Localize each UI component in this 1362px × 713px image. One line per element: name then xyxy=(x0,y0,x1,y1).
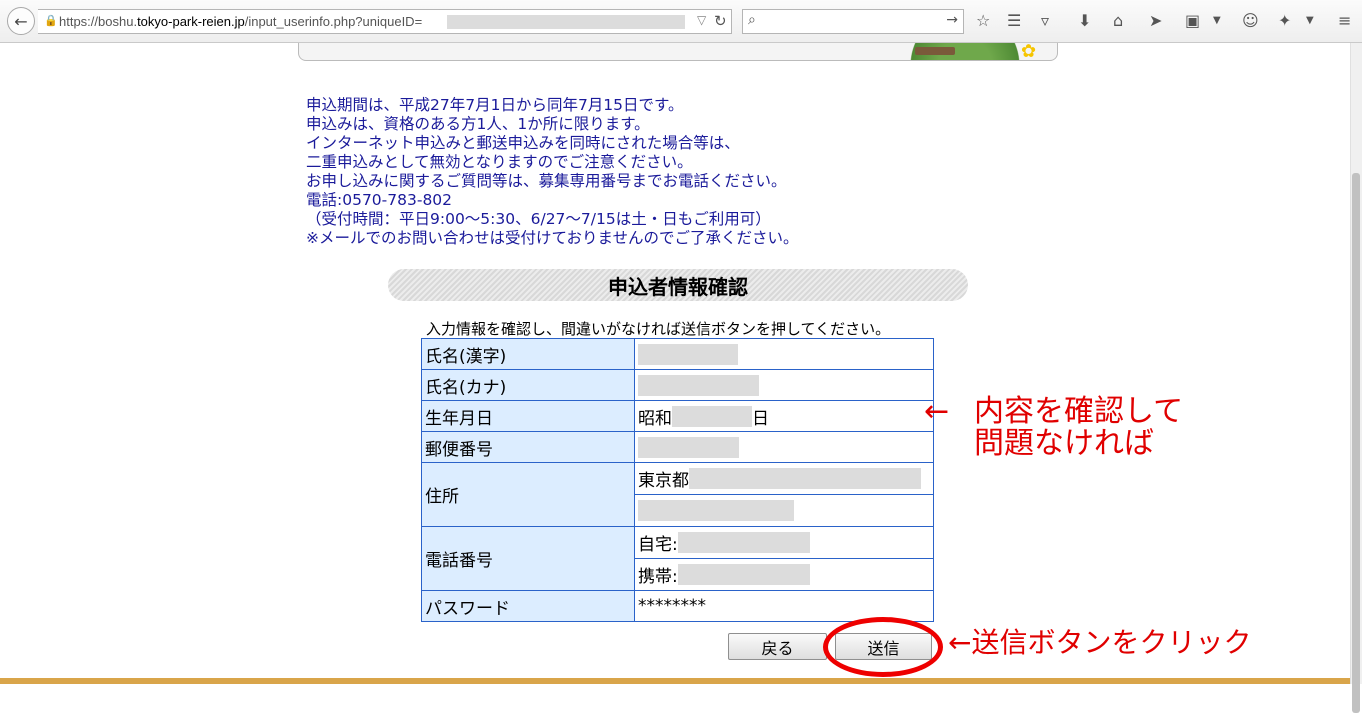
redacted-value xyxy=(638,343,738,365)
chat-icon[interactable]: ☺ xyxy=(1242,11,1259,31)
address-line-2 xyxy=(634,494,934,527)
left-arrow-icon: ← xyxy=(924,394,950,429)
chevron-down-icon[interactable]: ▼ xyxy=(1213,11,1221,31)
redacted-value xyxy=(638,500,794,521)
browser-toolbar: ← 🔒 https://boshu.tokyo-park-reien.jp/in… xyxy=(0,0,1362,43)
notice-line: 二重申込みとして無効となりますのでご注意ください。 xyxy=(306,153,693,171)
notice-line: インターネット申込みと郵送申込みを同時にされた場合等は、 xyxy=(306,134,740,152)
highlight-circle xyxy=(823,617,943,677)
bookmark-star-icon[interactable]: ☆ xyxy=(976,11,990,31)
send-icon[interactable]: ➤ xyxy=(1149,11,1162,31)
scrollbar-thumb[interactable] xyxy=(1352,173,1360,713)
table-row: 郵便番号 xyxy=(421,431,934,463)
screenshot-camera-icon[interactable]: ▣ xyxy=(1185,11,1200,31)
name-kana-value xyxy=(634,369,934,401)
applicant-info-table: 氏名(漢字) 氏名(カナ) 生年月日 昭和日 郵便番号 住所 東京都 電話番号 … xyxy=(421,338,934,622)
address-label: 住所 xyxy=(421,462,635,527)
birthdate-label: 生年月日 xyxy=(421,400,635,432)
notice-line: 電話:0570-783-802 xyxy=(306,191,453,209)
reader-list-icon[interactable]: ☰ xyxy=(1007,11,1021,31)
phone-home-value: 自宅: xyxy=(634,526,934,559)
redacted-value xyxy=(689,468,921,489)
phone-mobile-value: 携帯: xyxy=(634,558,934,591)
notice-line: ※メールでのお問い合わせは受付けておりませんのでご了承ください。 xyxy=(306,229,799,247)
notice-line: お申し込みに関するご質問等は、募集専用番号までお電話ください。 xyxy=(306,172,787,190)
download-icon[interactable]: ⬇ xyxy=(1078,11,1091,31)
url-text: https://boshu.tokyo-park-reien.jp/input_… xyxy=(59,14,423,29)
table-row: 電話番号 自宅: xyxy=(421,526,934,591)
extension-icon[interactable]: ✦ xyxy=(1278,11,1291,31)
phone-label: 電話番号 xyxy=(421,526,635,591)
postal-code-label: 郵便番号 xyxy=(421,431,635,463)
pocket-icon[interactable]: ▿ xyxy=(1041,11,1049,31)
name-kanji-label: 氏名(漢字) xyxy=(421,338,635,370)
table-row: 生年月日 昭和日 xyxy=(421,400,934,432)
os-taskbar xyxy=(0,678,1350,684)
header-banner-image: ✿ xyxy=(298,43,1058,61)
chevron-down-icon[interactable]: ▽ xyxy=(697,13,706,27)
redacted-value xyxy=(672,405,752,427)
confirm-annotation: ← 内容を確認して 問題なければ xyxy=(924,394,1184,461)
chevron-down-icon[interactable]: ▼ xyxy=(1306,11,1314,31)
table-row: 住所 東京都 xyxy=(421,462,934,527)
address-bar[interactable]: 🔒 https://boshu.tokyo-park-reien.jp/inpu… xyxy=(38,9,732,34)
reload-icon[interactable]: ↻ xyxy=(714,12,727,30)
flower-icon: ✿ xyxy=(1021,43,1037,61)
menu-hamburger-icon[interactable]: ≡ xyxy=(1338,11,1351,31)
application-notice: 申込期間は、平成27年7月1日から同年7月15日です。 申込みは、資格のある方1… xyxy=(306,96,946,248)
home-icon[interactable]: ⌂ xyxy=(1113,11,1123,31)
lock-icon: 🔒 xyxy=(44,15,58,27)
redacted-value xyxy=(677,532,810,553)
section-title: 申込者情報確認 xyxy=(388,269,968,301)
address-line-1: 東京都 xyxy=(634,462,934,495)
redacted-url-part xyxy=(447,15,685,29)
redacted-value xyxy=(677,564,810,585)
back-button[interactable]: 戻る xyxy=(728,633,827,660)
notice-line: （受付時間：平日9:00～5:30、6/27～7/15は土・日もご利用可） xyxy=(306,210,771,228)
name-kana-label: 氏名(カナ) xyxy=(421,369,635,401)
redacted-value xyxy=(638,374,759,396)
birthdate-value: 昭和日 xyxy=(634,400,934,432)
instruction-text: 入力情報を確認し、間違いがなければ送信ボタンを押してください。 xyxy=(426,320,891,338)
password-label: パスワード xyxy=(421,590,635,622)
go-arrow-icon[interactable]: → xyxy=(946,12,958,28)
table-row: 氏名(漢字) xyxy=(421,338,934,370)
search-input[interactable]: ⌕ → xyxy=(742,9,964,34)
back-arrow-icon[interactable]: ← xyxy=(7,7,35,35)
click-annotation: ←送信ボタンをクリック xyxy=(948,626,1252,659)
table-row: パスワード ******** xyxy=(421,590,934,622)
postal-code-value xyxy=(634,431,934,463)
notice-line: 申込期間は、平成27年7月1日から同年7月15日です。 xyxy=(306,96,684,114)
redacted-value xyxy=(638,436,739,458)
notice-line: 申込みは、資格のある方1人、1か所に限ります。 xyxy=(306,115,650,133)
name-kanji-value xyxy=(634,338,934,370)
table-row: 氏名(カナ) xyxy=(421,369,934,401)
vertical-scrollbar[interactable] xyxy=(1350,43,1362,713)
search-icon: ⌕ xyxy=(748,12,756,28)
